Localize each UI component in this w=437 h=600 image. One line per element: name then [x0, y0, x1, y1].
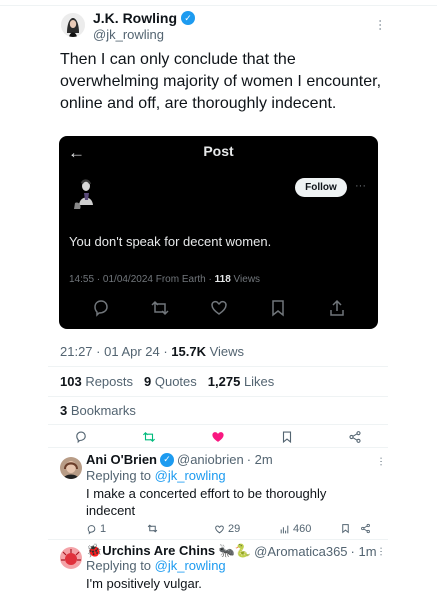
- embed-share-icon: [330, 299, 344, 316]
- embed-meta-time: 14:55 · 01/04/2024 From Earth ·: [69, 274, 215, 285]
- verified-badge-icon: ✓: [181, 11, 195, 25]
- reply-icon[interactable]: [74, 430, 88, 444]
- embed-views-count: 118: [214, 274, 231, 285]
- tweet-timestamp[interactable]: 21:27 · 01 Apr 24 · 15.7K Views: [60, 344, 244, 359]
- reply-header: 🐞Urchins Are Chins 🐜🐍 @Aromatica365 · 1m: [86, 543, 377, 559]
- reposts-stat[interactable]: 103 Reposts: [60, 374, 133, 389]
- bookmarks-label[interactable]: Bookmarks: [67, 403, 136, 418]
- reply-share-button[interactable]: [360, 523, 371, 534]
- reply-time[interactable]: · 1m: [351, 544, 377, 559]
- divider: [48, 424, 388, 425]
- reply-icon: [87, 524, 96, 535]
- reply-bookmark-button[interactable]: [340, 523, 351, 534]
- tweet-text: Then I can only conclude that the overwh…: [60, 51, 382, 112]
- likes-label[interactable]: Likes: [240, 374, 274, 389]
- quotes-stat[interactable]: 9 Quotes: [144, 374, 197, 389]
- reply-like-button[interactable]: 29: [214, 523, 240, 535]
- reply-text: I make a concerted effort to be thorough…: [86, 486, 327, 518]
- embed-like-icon: [211, 300, 227, 315]
- reply-like-count: 29: [228, 523, 241, 535]
- replying-to: Replying to @jk_rowling: [86, 558, 226, 573]
- author-name[interactable]: J.K. Rowling ✓: [93, 10, 195, 26]
- embed-follow-button: Follow: [295, 178, 347, 197]
- reply-avatar[interactable]: [60, 457, 82, 479]
- embed-more-icon: ···: [355, 180, 366, 192]
- quotes-label[interactable]: Quotes: [151, 374, 197, 389]
- reply-text: I'm positively vulgar.: [86, 576, 202, 591]
- reply-header: Ani O'Brien ✓ @aniobrien · 2m: [86, 452, 273, 467]
- reply-time[interactable]: · 2m: [247, 452, 273, 467]
- reply-author-name[interactable]: Ani O'Brien: [86, 452, 157, 467]
- author-handle[interactable]: @jk_rowling: [93, 27, 164, 42]
- likes-stat[interactable]: 1,275 Likes: [208, 374, 275, 389]
- tweet-views-label: Views: [206, 344, 245, 359]
- reply-item[interactable]: 🐞Urchins Are Chins 🐜🐍 @Aromatica365 · 1m…: [48, 540, 388, 600]
- bookmark-icon[interactable]: [280, 430, 294, 444]
- divider: [48, 396, 388, 397]
- reply-author-name[interactable]: 🐞Urchins Are Chins 🐜🐍: [86, 543, 251, 559]
- replying-to-link[interactable]: @jk_rowling: [155, 558, 226, 573]
- embed-text: You don't speak for decent women.: [69, 234, 272, 249]
- reply-reply-button[interactable]: 1: [86, 523, 106, 535]
- reply-view-count: 460: [293, 523, 312, 535]
- embed-meta: 14:55 · 01/04/2024 From Earth · 118 View…: [69, 274, 260, 285]
- verified-badge-icon: ✓: [160, 452, 174, 467]
- embed-action-bar: [59, 298, 378, 318]
- reply-reply-count: 1: [100, 523, 107, 535]
- embed-bookmark-icon: [272, 300, 284, 317]
- reply-author-handle[interactable]: @aniobrien: [177, 452, 244, 467]
- replying-to: Replying to @jk_rowling: [86, 468, 226, 483]
- ladybug-icon: 🐞: [86, 543, 103, 558]
- repost-icon: [147, 524, 158, 533]
- more-options-icon[interactable]: ···: [374, 19, 388, 31]
- top-divider: [0, 0, 437, 6]
- reply-action-bar: 1 29 460: [86, 523, 376, 537]
- like-icon[interactable]: [211, 430, 225, 444]
- bookmarks-stat[interactable]: 3 Bookmarks: [60, 403, 136, 418]
- attached-image[interactable]: ← Post Follow ··· You don't speak for de…: [59, 136, 378, 329]
- ant-snake-icon: 🐜🐍: [218, 543, 252, 558]
- reply-author-name-text[interactable]: Urchins Are Chins: [102, 543, 215, 558]
- replying-to-link[interactable]: @jk_rowling: [155, 468, 226, 483]
- bookmark-icon: [342, 524, 349, 534]
- tweet-time-text[interactable]: 21:27 · 01 Apr 24 ·: [60, 344, 171, 359]
- replying-prefix: Replying to: [86, 558, 155, 573]
- reply-item[interactable]: Ani O'Brien ✓ @aniobrien · 2m ··· Replyi…: [48, 448, 388, 540]
- embed-views-label: Views: [230, 274, 261, 285]
- reply-more-icon[interactable]: ···: [376, 457, 387, 467]
- reposts-label[interactable]: Reposts: [82, 374, 133, 389]
- share-icon[interactable]: [348, 430, 362, 444]
- reply-repost-button[interactable]: [147, 523, 158, 534]
- reply-more-icon[interactable]: ···: [376, 547, 387, 557]
- divider: [48, 366, 388, 367]
- author-avatar[interactable]: [61, 13, 85, 37]
- author-name-text[interactable]: J.K. Rowling: [93, 10, 177, 26]
- like-icon: [215, 525, 224, 533]
- embed-reply-icon: [94, 300, 108, 317]
- embed-avatar: [70, 175, 100, 211]
- tweet-action-bar: [60, 430, 370, 446]
- engagement-stats: 103 Reposts 9 Quotes 1,275 Likes: [60, 374, 274, 389]
- reply-views-button[interactable]: 460: [279, 523, 311, 535]
- tweet-views-count: 15.7K: [171, 344, 206, 359]
- reply-author-handle[interactable]: @Aromatica365: [254, 544, 347, 559]
- repost-icon[interactable]: [142, 430, 156, 444]
- embed-title: Post: [203, 143, 234, 159]
- reposts-count[interactable]: 103: [60, 374, 82, 389]
- embed-repost-icon: [151, 300, 169, 316]
- replying-prefix: Replying to: [86, 468, 155, 483]
- share-icon: [361, 523, 370, 534]
- likes-count[interactable]: 1,275: [208, 374, 241, 389]
- views-icon: [280, 525, 289, 533]
- reply-avatar[interactable]: [60, 547, 82, 569]
